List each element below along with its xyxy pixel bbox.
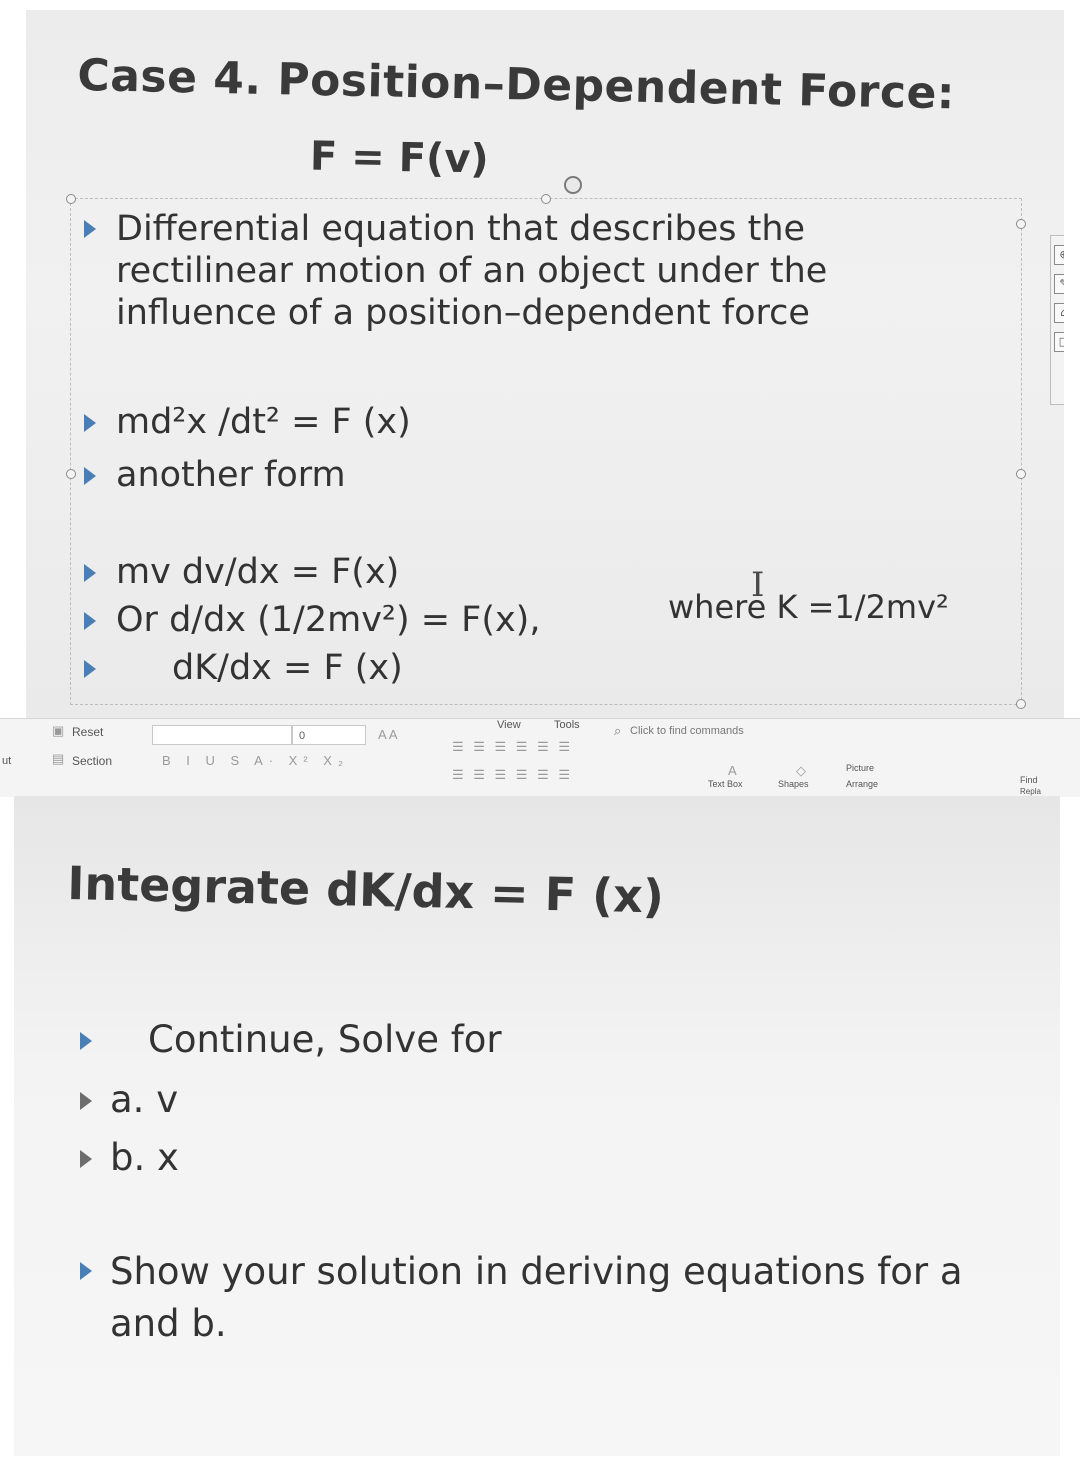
add-icon[interactable]: ⊕ bbox=[1054, 245, 1064, 265]
bullet-text: Or d/dx (1/2mv²) = F(x), bbox=[116, 600, 541, 640]
bullet-text: Differential equation that describes the… bbox=[116, 209, 828, 333]
bullet-arrow-icon bbox=[80, 1092, 92, 1110]
ribbon-fragment-label: ut bbox=[2, 755, 12, 767]
align-buttons[interactable]: ☰ ☰ ☰ ☰ ☰ ☰ bbox=[452, 767, 573, 783]
where-note-text: where K =1/2mv² bbox=[668, 588, 949, 626]
bullet-item: md²x /dt² = F (x) bbox=[84, 402, 411, 442]
text-box-button[interactable]: Text Box bbox=[708, 779, 743, 789]
pen-icon[interactable]: ✎ bbox=[1054, 274, 1064, 294]
ribbon-toolbar: ut ▣ Reset ▤ Section 0 A A B I U S A· X²… bbox=[0, 718, 1080, 797]
slide-title: Case 4. Position–Dependent Force: bbox=[76, 50, 956, 120]
bullet-arrow-icon bbox=[80, 1032, 92, 1050]
bullet-item: Show your solution in deriving equations… bbox=[80, 1246, 1020, 1350]
text-cursor-icon: I bbox=[751, 565, 765, 605]
bullet-item: Continue, Solve for bbox=[80, 1018, 502, 1061]
reset-button[interactable]: Reset bbox=[72, 725, 103, 739]
bullet-arrow-icon bbox=[84, 220, 96, 238]
resize-handle[interactable] bbox=[1016, 469, 1026, 479]
bullet-arrow-icon bbox=[80, 1150, 92, 1168]
bullet-arrow-icon bbox=[84, 467, 96, 485]
format-buttons[interactable]: B I U S A· X² X₂ bbox=[162, 753, 349, 768]
bullet-item: b. x bbox=[80, 1136, 179, 1179]
rotate-handle[interactable] bbox=[564, 176, 582, 194]
slide-photo-bottom: Integrate dK/dx = F (x) Continue, Solve … bbox=[14, 796, 1060, 1456]
font-name-field[interactable] bbox=[152, 725, 292, 745]
bullet-arrow-icon bbox=[84, 660, 96, 678]
bullet-arrow-icon bbox=[84, 414, 96, 432]
bullet-text: b. x bbox=[110, 1136, 179, 1179]
tab-tools[interactable]: Tools bbox=[554, 719, 580, 731]
resize-handle[interactable] bbox=[1016, 219, 1026, 229]
font-size-value: 0 bbox=[299, 730, 306, 742]
search-icon: ⌕ bbox=[614, 723, 622, 738]
bullet-item: mv dv/dx = F(x) bbox=[84, 552, 399, 592]
bullet-text: Continue, Solve for bbox=[148, 1018, 502, 1061]
slide-photo-top: Case 4. Position–Dependent Force: F = F(… bbox=[26, 10, 1064, 722]
find-button[interactable]: Find bbox=[1020, 775, 1038, 785]
resize-handle[interactable] bbox=[66, 194, 76, 204]
frame-icon[interactable]: □ bbox=[1054, 332, 1064, 352]
resize-handle[interactable] bbox=[541, 194, 551, 204]
bullet-text: md²x /dt² = F (x) bbox=[116, 402, 411, 442]
font-size-field[interactable]: 0 bbox=[292, 725, 366, 745]
shapes-button[interactable]: Shapes bbox=[778, 779, 809, 789]
where-note: where K =1/2mv² bbox=[668, 588, 949, 626]
bullet-item: Differential equation that describes the… bbox=[84, 208, 884, 334]
command-search-input[interactable]: Click to find commands bbox=[630, 725, 744, 737]
picture-button[interactable]: Picture bbox=[846, 763, 874, 773]
bullet-arrow-icon bbox=[84, 612, 96, 630]
font-grow-buttons[interactable]: A A bbox=[378, 727, 398, 742]
bullet-text: another form bbox=[116, 455, 346, 495]
bullet-item: dK/dx = F (x) bbox=[84, 648, 403, 688]
tab-view[interactable]: View bbox=[497, 719, 521, 731]
bullet-text: dK/dx = F (x) bbox=[172, 648, 403, 688]
slide-subtitle: F = F(v) bbox=[309, 133, 490, 183]
bullet-arrow-icon bbox=[80, 1262, 92, 1280]
bullet-arrow-icon bbox=[84, 564, 96, 582]
bullet-item: a. v bbox=[80, 1078, 178, 1121]
bullet-text: Show your solution in deriving equations… bbox=[110, 1250, 963, 1345]
bullet-item: Or d/dx (1/2mv²) = F(x), bbox=[84, 600, 540, 640]
bullet-text: a. v bbox=[110, 1078, 179, 1121]
arrange-button[interactable]: Arrange bbox=[846, 779, 878, 789]
side-toolbar: ⊕ ✎ ⌂ □ bbox=[1050, 235, 1064, 405]
resize-handle[interactable] bbox=[1016, 699, 1026, 709]
bullet-item: another form bbox=[84, 455, 346, 495]
bullet-text: mv dv/dx = F(x) bbox=[116, 552, 400, 592]
slide-title: Integrate dK/dx = F (x) bbox=[66, 856, 665, 924]
text-box-icon: A bbox=[728, 763, 737, 778]
section-icon: ▤ bbox=[52, 751, 65, 766]
replace-button[interactable]: Repla bbox=[1020, 787, 1041, 796]
shapes-icon: ◇ bbox=[796, 763, 806, 778]
reset-icon: ▣ bbox=[52, 723, 65, 738]
resize-handle[interactable] bbox=[66, 469, 76, 479]
shape-icon[interactable]: ⌂ bbox=[1054, 303, 1064, 323]
paragraph-buttons[interactable]: ☰ ☰ ☰ ☰ ☰ ☰ bbox=[452, 739, 573, 755]
section-button[interactable]: Section bbox=[72, 754, 112, 768]
